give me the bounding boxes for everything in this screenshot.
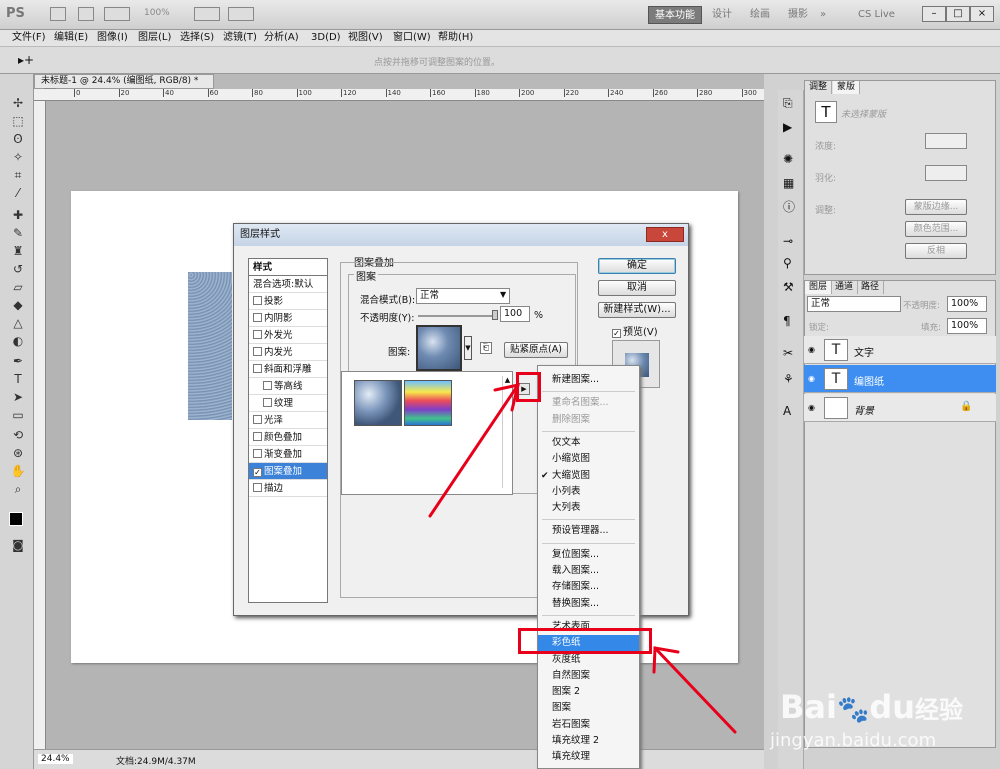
baidu-watermark-url: jingyan.baidu.com — [770, 730, 937, 751]
annotation-arrow-1 — [428, 383, 520, 518]
baidu-watermark: Bai🐾du经验 — [780, 688, 964, 726]
annotation-arrows — [428, 383, 737, 734]
annotation-arrow-2 — [653, 646, 737, 734]
